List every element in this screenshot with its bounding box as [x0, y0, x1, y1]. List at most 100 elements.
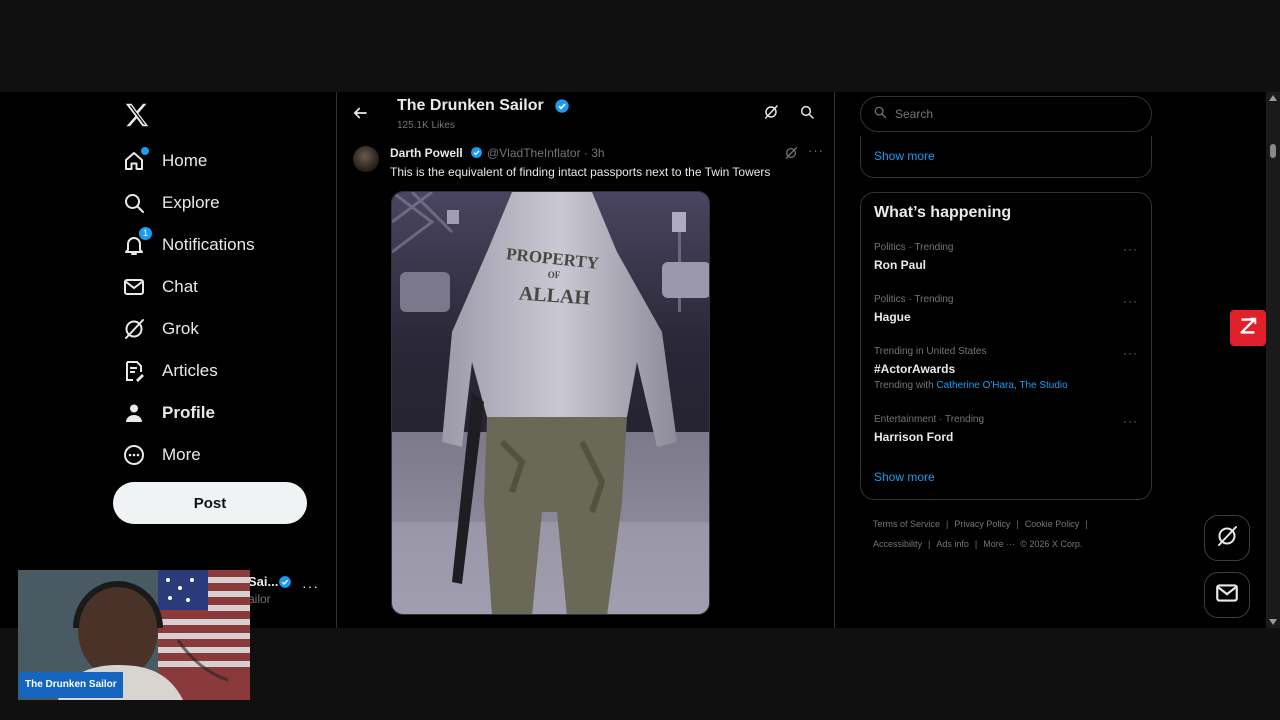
nav-explore[interactable]: Explore — [122, 186, 220, 220]
nav-chat[interactable]: Chat — [122, 270, 198, 304]
nav-articles[interactable]: Articles — [122, 354, 218, 388]
account-name: Sai... — [248, 574, 279, 589]
nav-home-label: Home — [162, 151, 208, 170]
privacy-link[interactable]: Privacy Policy — [954, 519, 1010, 529]
top-letterbox — [0, 0, 1280, 92]
profile-header: The Drunken Sailor 125.1K Likes — [337, 92, 836, 136]
tweet-author-name[interactable]: Darth Powell — [390, 146, 463, 160]
trend-related-label: Trending with — [874, 380, 934, 391]
grok-icon — [122, 317, 146, 341]
search-icon — [873, 105, 887, 124]
verified-badge-icon — [470, 146, 483, 164]
nav-profile-label: Profile — [162, 403, 215, 422]
nav-more[interactable]: More — [122, 438, 201, 472]
mail-icon — [122, 275, 146, 299]
show-more-link[interactable]: Show more — [874, 470, 935, 484]
left-navigation: Home Explore 1 Notifications Chat Grok A… — [112, 92, 336, 628]
sidebar-box: Show more — [860, 136, 1152, 178]
post-button[interactable]: Post — [113, 482, 307, 524]
tweet-handle-time[interactable]: @VladTheInflator · 3h — [487, 146, 605, 160]
verified-badge-icon — [554, 98, 570, 119]
grok-icon[interactable] — [784, 146, 798, 165]
nav-articles-label: Articles — [162, 361, 218, 380]
scroll-up-arrow-icon[interactable] — [1269, 95, 1277, 101]
tweet-more-icon[interactable]: ··· — [808, 143, 824, 158]
main-column: The Drunken Sailor 125.1K Likes Darth Po… — [336, 92, 835, 628]
whats-happening-panel: What’s happening Politics · Trending Ron… — [860, 192, 1152, 500]
account-more-icon[interactable]: ··· — [302, 578, 319, 594]
trend-more-icon[interactable]: ··· — [1123, 414, 1138, 428]
trend-context: Entertainment · Trending — [874, 414, 985, 425]
footer-more-link[interactable]: More ··· — [983, 539, 1015, 549]
nav-notifications[interactable]: 1 Notifications — [122, 227, 255, 262]
trend-item[interactable]: Politics · Trending Ron Paul ··· — [861, 242, 1151, 288]
trend-related-link[interactable]: Catherine O'Hara — [936, 380, 1014, 391]
trend-name: Hague — [874, 310, 911, 324]
person-icon — [122, 401, 146, 425]
footer-separator: | — [928, 539, 931, 549]
nav-grok[interactable]: Grok — [122, 312, 199, 346]
trend-name: Ron Paul — [874, 258, 927, 272]
scrollbar-thumb[interactable] — [1270, 144, 1276, 158]
trend-item[interactable]: Entertainment · Trending Harrison Ford ·… — [861, 414, 1151, 460]
footer-separator: | — [946, 519, 949, 529]
ads-info-link[interactable]: Ads info — [936, 539, 969, 549]
search-placeholder: Search — [895, 107, 934, 121]
trend-name: Harrison Ford — [874, 430, 954, 444]
notifications-badge: 1 — [139, 227, 152, 240]
profile-likes-count: 125.1K Likes — [397, 120, 455, 131]
scroll-down-arrow-icon[interactable] — [1269, 619, 1277, 625]
verified-badge-icon — [278, 575, 292, 594]
footer-separator: | — [1085, 519, 1088, 529]
show-more-link[interactable]: Show more — [874, 149, 935, 163]
more-circle-icon — [122, 443, 146, 467]
home-icon — [122, 147, 149, 173]
tweet-image[interactable]: PROPERTY OF ALLAH — [391, 191, 710, 615]
nav-chat-label: Chat — [162, 277, 198, 296]
nav-profile[interactable]: Profile — [122, 396, 215, 430]
trend-more-icon[interactable]: ··· — [1123, 242, 1138, 256]
nav-home[interactable]: Home — [122, 144, 207, 178]
back-arrow-icon[interactable] — [351, 104, 369, 127]
account-handle: ailor — [248, 592, 271, 606]
trend-context: Trending in United States — [874, 346, 987, 357]
articles-icon — [122, 359, 146, 383]
grok-icon[interactable] — [763, 104, 779, 125]
messages-fab-button[interactable] — [1204, 572, 1250, 618]
trend-context: Politics · Trending — [874, 242, 954, 253]
profile-title: The Drunken Sailor — [397, 97, 544, 114]
webcam-overlay: The Drunken Sailor — [18, 570, 250, 700]
x-logo-icon[interactable] — [122, 100, 152, 130]
accessibility-link[interactable]: Accessibility — [873, 539, 922, 549]
browser-extension-button[interactable] — [1230, 310, 1266, 346]
page-scrollbar[interactable] — [1266, 92, 1280, 628]
trend-item[interactable]: Trending in United States #ActorAwards T… — [861, 346, 1151, 392]
grok-fab-button[interactable] — [1204, 515, 1250, 561]
search-icon[interactable] — [799, 104, 815, 125]
search-input[interactable]: Search — [860, 96, 1152, 132]
nav-more-label: More — [162, 445, 201, 464]
trend-related-link[interactable]: The Studio — [1019, 380, 1067, 391]
terms-link[interactable]: Terms of Service — [873, 519, 940, 529]
home-notification-dot — [141, 147, 149, 155]
footer-separator: | — [974, 539, 978, 549]
grok-icon — [1215, 524, 1239, 553]
trend-more-icon[interactable]: ··· — [1123, 294, 1138, 308]
trend-item[interactable]: Politics · Trending Hague ··· — [861, 294, 1151, 340]
trend-context: Politics · Trending — [874, 294, 954, 305]
copyright: © 2026 X Corp. — [1020, 539, 1083, 549]
nav-explore-label: Explore — [162, 193, 220, 212]
cookie-link[interactable]: Cookie Policy — [1025, 519, 1080, 529]
avatar[interactable] — [353, 146, 379, 172]
nav-notifications-label: Notifications — [162, 235, 255, 254]
mail-icon — [1214, 580, 1240, 611]
tweet-text: This is the equivalent of finding intact… — [390, 165, 771, 179]
bell-icon: 1 — [122, 227, 152, 257]
extension-logo-icon — [1237, 315, 1259, 342]
trend-more-icon[interactable]: ··· — [1123, 346, 1138, 360]
svg-text:OF: OF — [548, 270, 561, 280]
footer-links: Terms of Service | Privacy Policy | Cookie P… — [873, 514, 1133, 554]
webcam-name-label: The Drunken Sailor — [19, 672, 123, 698]
footer-separator: | — [1016, 519, 1019, 529]
whats-happening-title: What’s happening — [874, 204, 1012, 221]
